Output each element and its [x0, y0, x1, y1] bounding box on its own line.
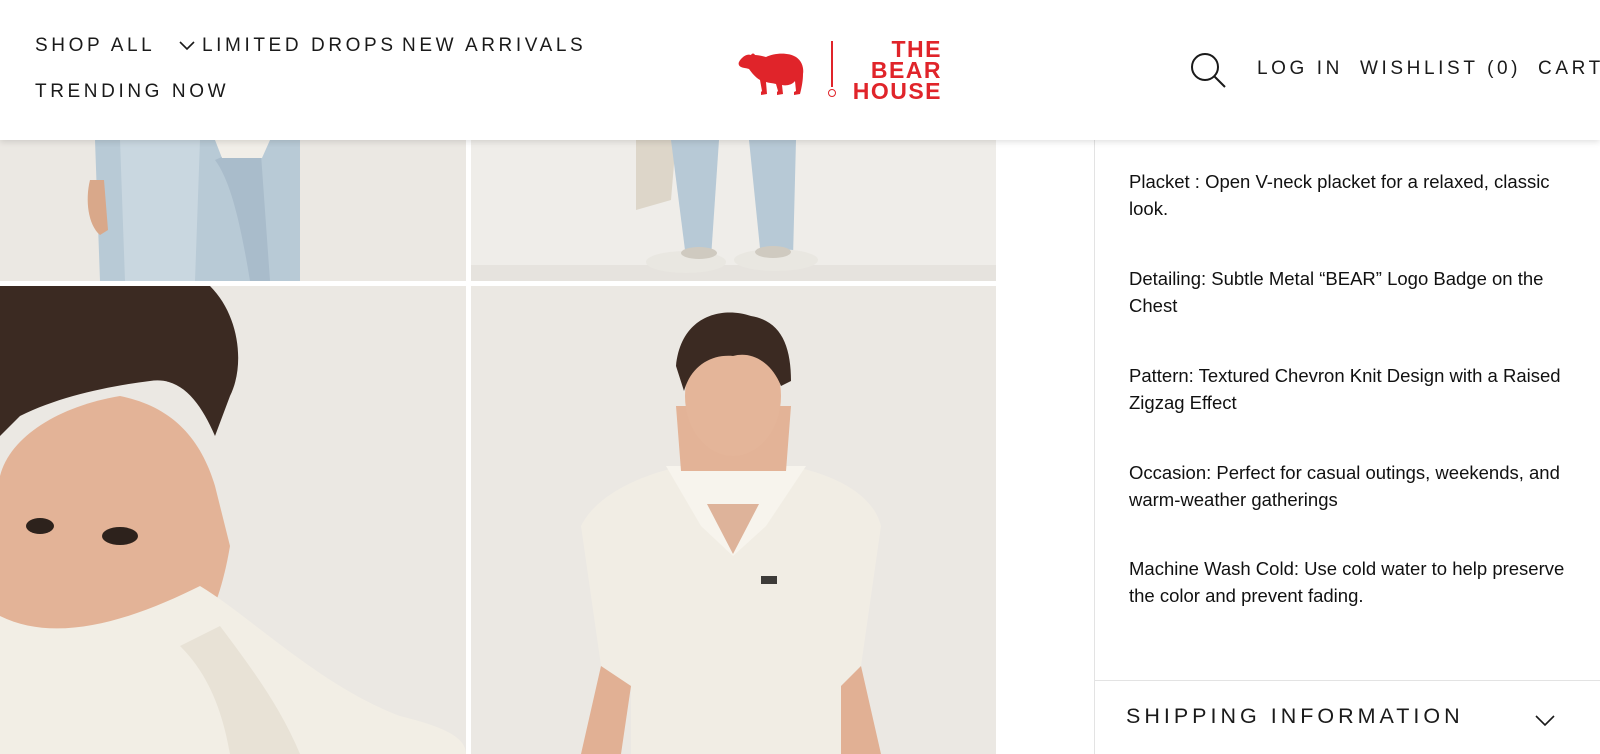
- nav-shop-all[interactable]: SHOP ALL: [35, 35, 196, 57]
- site-header: SHOP ALL LIMITED DROPS NEW ARRIVALS TREN…: [0, 0, 1600, 140]
- detail-pattern: Pattern: Textured Chevron Knit Design wi…: [1129, 365, 1561, 413]
- product-image-closeup[interactable]: [0, 286, 466, 754]
- search-icon[interactable]: [1188, 50, 1228, 90]
- detail-occasion: Occasion: Perfect for casual outings, we…: [1129, 462, 1560, 510]
- shipping-information-accordion[interactable]: SHIPPING INFORMATION: [1094, 681, 1600, 754]
- logo-word-house: HOUSE: [852, 78, 942, 104]
- product-image-jeans-side[interactable]: [0, 140, 466, 281]
- logo-dot: [828, 89, 836, 97]
- login-link[interactable]: LOG IN: [1257, 58, 1343, 80]
- shipping-information-label: SHIPPING INFORMATION: [1126, 704, 1464, 728]
- wishlist-link[interactable]: WISHLIST (0): [1360, 58, 1521, 80]
- nav-trending-now[interactable]: TRENDING NOW: [35, 81, 229, 103]
- detail-wash-care: Machine Wash Cold: Use cold water to hel…: [1129, 558, 1565, 606]
- detail-placket: Placket : Open V-neck placket for a rela…: [1129, 171, 1550, 219]
- bear-icon: [738, 53, 804, 95]
- chevron-down-icon: [1535, 715, 1555, 727]
- detail-detailing: Detailing: Subtle Metal “BEAR” Logo Badg…: [1129, 268, 1544, 316]
- cart-link[interactable]: CART: [1538, 58, 1600, 80]
- product-image-full-length[interactable]: [471, 140, 996, 281]
- product-page: SHOP ALL LIMITED DROPS NEW ARRIVALS TREN…: [0, 0, 1600, 754]
- nav-shop-all-label: SHOP ALL: [35, 35, 155, 56]
- product-image-front[interactable]: [471, 286, 996, 754]
- chevron-down-icon: [178, 41, 195, 51]
- brand-logo[interactable]: THE BEAR HOUSE: [736, 38, 946, 104]
- details-panel-border: [1094, 140, 1095, 754]
- nav-new-arrivals[interactable]: NEW ARRIVALS: [402, 35, 586, 57]
- nav-limited-drops[interactable]: LIMITED DROPS: [202, 35, 397, 57]
- logo-divider: [831, 41, 833, 87]
